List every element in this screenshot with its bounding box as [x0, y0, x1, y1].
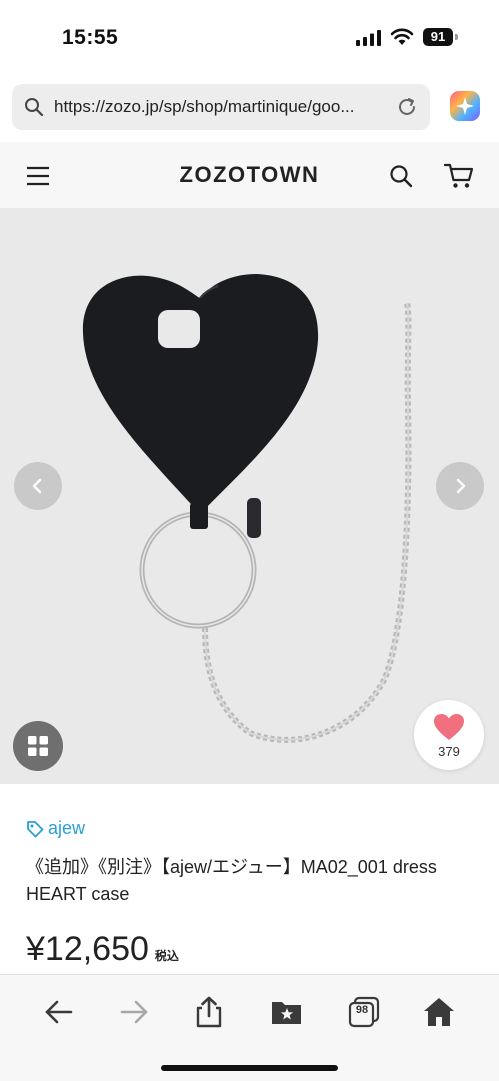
ai-assistant-icon[interactable] [449, 90, 481, 122]
heart-icon [434, 714, 464, 740]
back-icon[interactable] [42, 995, 76, 1029]
site-header: ZOZOTOWN [0, 142, 499, 208]
reload-icon[interactable] [396, 96, 418, 118]
status-time: 15:55 [62, 26, 119, 49]
status-bar: 15:55 91 [0, 0, 499, 76]
search-icon [25, 98, 44, 117]
product-image[interactable]: 379 [0, 208, 499, 784]
grid-icon [28, 736, 48, 756]
search-icon[interactable] [389, 164, 413, 188]
browser-address-row: https://zozo.jp/sp/shop/martinique/goo..… [0, 76, 499, 142]
chevron-right-icon [456, 478, 466, 494]
product-title: 《追加》《別注》【ajew/エジュー】MA02_001 dress HEART … [26, 857, 437, 904]
cart-icon[interactable] [444, 163, 474, 189]
tag-icon [27, 821, 44, 838]
price-row: ¥12,650 税込 [26, 930, 179, 969]
tabs-count: 98 [355, 1004, 369, 1016]
site-logo[interactable]: ZOZOTOWN [0, 162, 499, 188]
forward-icon[interactable] [117, 995, 151, 1029]
chevron-left-icon [32, 478, 42, 494]
image-prev-button[interactable] [14, 462, 62, 510]
favorite-count: 379 [438, 744, 460, 759]
product-photo [82, 274, 412, 743]
favorite-button[interactable]: 379 [414, 700, 484, 770]
home-indicator [161, 1065, 338, 1071]
battery-tip [455, 34, 458, 40]
battery-indicator: 91 [423, 28, 453, 46]
home-icon[interactable] [422, 995, 456, 1029]
bookmarks-icon[interactable] [270, 995, 304, 1029]
url-text[interactable]: https://zozo.jp/sp/shop/martinique/goo..… [54, 97, 394, 117]
url-bar[interactable]: https://zozo.jp/sp/shop/martinique/goo..… [12, 84, 430, 130]
image-grid-button[interactable] [13, 721, 63, 771]
signal-icon [356, 30, 381, 46]
browser-toolbar: 98 [0, 974, 499, 1081]
share-icon[interactable] [192, 995, 226, 1029]
product-price: ¥12,650 [26, 930, 149, 968]
brand-name[interactable]: ajew [48, 818, 85, 839]
wifi-icon [390, 28, 414, 45]
image-next-button[interactable] [436, 462, 484, 510]
tabs-button[interactable]: 98 [347, 995, 381, 1029]
tax-label: 税込 [154, 949, 179, 963]
